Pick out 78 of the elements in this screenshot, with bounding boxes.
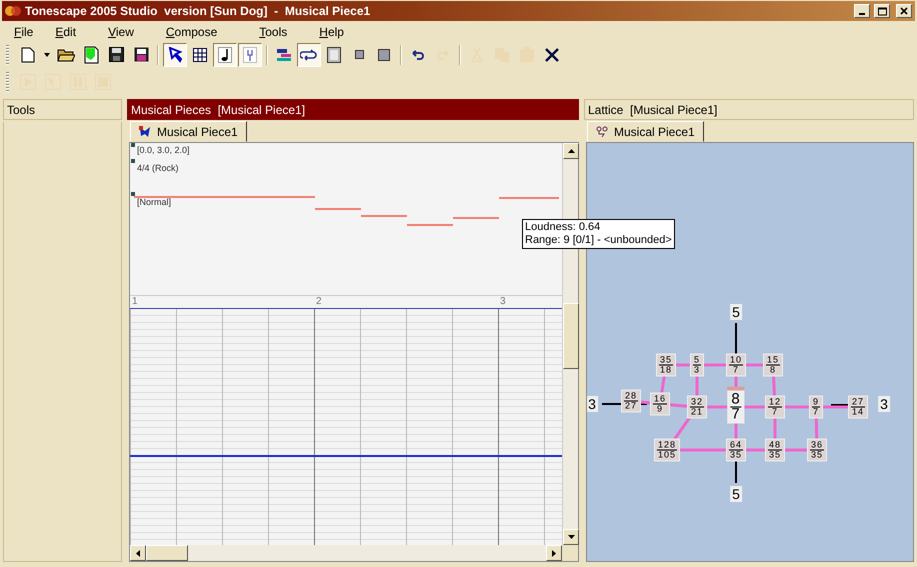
window-title: Tonescape 2005 Studio version [Sun Dog] - Musical Piece1 bbox=[25, 4, 372, 18]
tooltip-line: Loudness: 0.64 bbox=[525, 221, 602, 234]
lattice-node[interactable]: 16 9 bbox=[650, 392, 670, 416]
lattice-node[interactable]: 48 35 bbox=[765, 438, 785, 462]
maximize-icon bbox=[878, 6, 886, 16]
tooltip-line: Range: 9 [0/1] - <unbounded> bbox=[525, 234, 672, 247]
horizontal-scrollbar[interactable] bbox=[130, 545, 562, 561]
down-arrow-icon bbox=[568, 535, 574, 539]
left-arrow-icon bbox=[136, 550, 140, 556]
lattice-node[interactable]: 15 8 bbox=[763, 354, 783, 376]
axis-label: 5 bbox=[730, 486, 742, 502]
toolbar-button[interactable] bbox=[213, 42, 237, 66]
track-marker bbox=[131, 143, 135, 147]
tab[interactable]: Musical Piece1 bbox=[130, 121, 247, 142]
minimize-button[interactable] bbox=[854, 4, 870, 18]
menu-item[interactable]: Tools bbox=[253, 24, 294, 38]
scroll-thumb[interactable] bbox=[563, 303, 579, 369]
square-icon bbox=[378, 48, 390, 60]
menu-item[interactable]: Compose bbox=[160, 24, 224, 38]
loop-icon bbox=[300, 48, 318, 62]
panel-title: Musical Pieces [Musical Piece1] bbox=[127, 99, 579, 120]
lattice-node[interactable]: 9 7 bbox=[809, 396, 823, 418]
track-label: [0.0, 3.0, 2.0] bbox=[137, 145, 190, 155]
scroll-up-button[interactable] bbox=[563, 143, 579, 159]
toolbar-button[interactable] bbox=[297, 42, 321, 66]
axis-label: 3 bbox=[878, 396, 890, 412]
scroll-thumb[interactable] bbox=[146, 545, 188, 561]
panel-title: Lattice [Musical Piece1] bbox=[584, 99, 914, 120]
piece-icon bbox=[139, 126, 151, 138]
scroll-down-button[interactable] bbox=[563, 529, 579, 545]
delete-icon bbox=[545, 48, 559, 62]
menu-item[interactable]: View bbox=[102, 24, 140, 38]
lattice-node[interactable]: 128 105 bbox=[654, 438, 680, 462]
close-button[interactable] bbox=[896, 4, 912, 18]
square-icon bbox=[354, 50, 364, 59]
document-icon bbox=[84, 46, 98, 64]
lattice-icon bbox=[596, 126, 608, 138]
track-marker bbox=[131, 159, 135, 163]
tuning-fork-icon bbox=[243, 46, 257, 62]
lattice-node[interactable]: 35 18 bbox=[656, 354, 676, 376]
panel-title: Tools bbox=[3, 99, 122, 120]
right-arrow-icon bbox=[552, 550, 556, 556]
caret-icon bbox=[44, 52, 50, 56]
app-logo-icon bbox=[5, 5, 21, 17]
lattice-node[interactable]: 12 7 bbox=[765, 396, 785, 418]
axis-label: 5 bbox=[730, 304, 742, 320]
lattice-node[interactable]: 10 7 bbox=[726, 354, 746, 376]
tab[interactable]: Musical Piece1 bbox=[587, 121, 704, 142]
up-arrow-icon bbox=[568, 149, 574, 153]
folder-icon bbox=[57, 47, 75, 62]
toolbar-button[interactable] bbox=[163, 42, 187, 66]
menu-item[interactable]: File bbox=[8, 24, 40, 38]
lattice-node[interactable]: 27 14 bbox=[848, 396, 868, 418]
note-icon bbox=[218, 46, 232, 62]
close-icon bbox=[900, 7, 908, 15]
scroll-left-button[interactable] bbox=[130, 545, 146, 561]
lattice-node[interactable]: 28 27 bbox=[621, 390, 641, 412]
lattice-node[interactable]: 32 21 bbox=[687, 396, 707, 418]
grid-icon bbox=[193, 48, 207, 62]
menu-item[interactable]: Edit bbox=[49, 24, 82, 38]
lattice-node[interactable]: 64 35 bbox=[726, 438, 746, 462]
tracks-icon bbox=[276, 48, 292, 62]
page-icon bbox=[327, 46, 341, 62]
maximize-button[interactable] bbox=[874, 4, 890, 18]
measure-number: 1 bbox=[132, 296, 138, 307]
lattice-node[interactable]: 5 3 bbox=[690, 354, 704, 376]
lattice-node[interactable]: 36 35 bbox=[807, 438, 827, 462]
track-marker bbox=[131, 192, 135, 196]
pointer-icon bbox=[167, 46, 183, 62]
measure-number: 3 bbox=[500, 296, 506, 307]
scroll-right-button[interactable] bbox=[546, 545, 562, 561]
menu-item[interactable]: Help bbox=[313, 24, 350, 38]
new-document-icon bbox=[21, 46, 35, 62]
track-label: [Normal] bbox=[137, 197, 172, 207]
axis-label: 3 bbox=[587, 396, 598, 412]
measure-number: 2 bbox=[316, 296, 322, 307]
track-label: 4/4 (Rock) bbox=[137, 163, 179, 173]
undo-icon bbox=[411, 50, 425, 60]
